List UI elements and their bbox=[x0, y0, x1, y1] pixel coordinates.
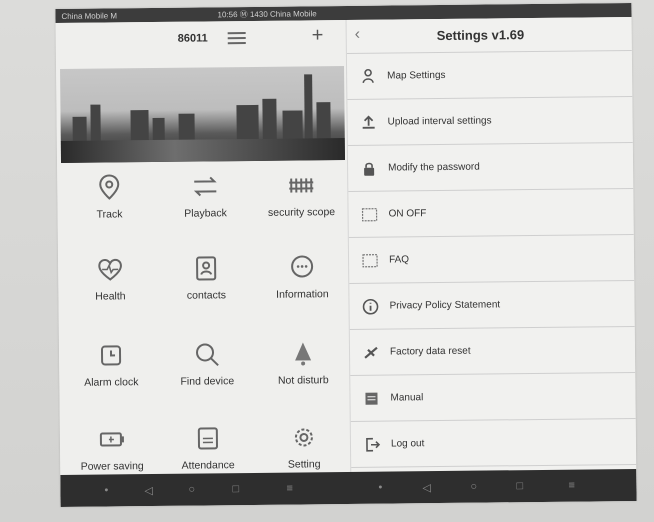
grid-item-alarm-clock[interactable]: Alarm clock bbox=[63, 340, 160, 411]
grid-label: Information bbox=[276, 288, 329, 301]
status-carrier: China Mobile M bbox=[61, 10, 118, 21]
grid-label: Find device bbox=[180, 375, 235, 388]
nav-back-icon[interactable]: ◁ bbox=[144, 484, 153, 497]
device-panel: 86011 + Track Playback security scope He… bbox=[55, 19, 351, 476]
grid-label: Health bbox=[95, 290, 126, 303]
menu-item-on-off[interactable]: ON OFF bbox=[348, 188, 634, 238]
menu-label: Upload interval settings bbox=[387, 115, 492, 128]
nav-home-icon[interactable]: ○ bbox=[470, 481, 477, 493]
grid-label: Power saving bbox=[80, 460, 144, 473]
upload-icon bbox=[360, 113, 378, 131]
grid-item-find-device[interactable]: Find device bbox=[159, 339, 256, 410]
menu-item-privacy-policy[interactable]: Privacy Policy Statement bbox=[349, 280, 635, 330]
grid-label: Alarm clock bbox=[84, 376, 139, 389]
menu-item-log-out[interactable]: Log out bbox=[350, 418, 637, 468]
grid-item-contacts[interactable]: contacts bbox=[158, 253, 255, 324]
back-icon[interactable]: ‹ bbox=[355, 26, 361, 44]
faq-icon bbox=[361, 251, 379, 269]
city-banner-image bbox=[60, 66, 346, 163]
menu-item-modify-password[interactable]: Modify the password bbox=[347, 142, 634, 192]
nav-back-icon[interactable]: ◁ bbox=[422, 481, 431, 494]
menu-label: Factory data reset bbox=[389, 345, 471, 358]
function-grid: Track Playback security scope Health con… bbox=[57, 170, 347, 473]
grid-label: Setting bbox=[287, 458, 321, 471]
heart-icon bbox=[95, 254, 125, 284]
grid-item-information[interactable]: Information bbox=[254, 252, 351, 323]
nav-dot-icon: • bbox=[378, 481, 383, 494]
nav-home-icon[interactable]: ○ bbox=[188, 484, 195, 496]
grid-label: Attendance bbox=[181, 459, 235, 472]
device-header: 86011 + bbox=[56, 20, 346, 57]
grid-label: Track bbox=[96, 208, 123, 221]
lock-icon bbox=[360, 159, 378, 177]
menu-item-faq[interactable]: FAQ bbox=[348, 234, 635, 284]
menu-label: Modify the password bbox=[388, 161, 480, 174]
contacts-icon bbox=[191, 253, 221, 283]
info-icon bbox=[361, 297, 379, 315]
nav-menu-icon[interactable]: ≡ bbox=[568, 480, 575, 492]
toggle-icon bbox=[360, 205, 378, 223]
chat-bubble-icon bbox=[287, 252, 317, 282]
phone-screenshot: China Mobile M 10:56 Ⓜ 1430 China Mobile… bbox=[55, 2, 637, 508]
menu-label: Privacy Policy Statement bbox=[389, 299, 501, 312]
reset-icon bbox=[362, 343, 380, 361]
playback-icon bbox=[190, 171, 220, 201]
device-list-icon[interactable] bbox=[227, 29, 246, 45]
grid-label: security scope bbox=[267, 206, 336, 219]
grid-item-track[interactable]: Track bbox=[61, 172, 158, 243]
menu-label: FAQ bbox=[388, 254, 410, 266]
grid-item-health[interactable]: Health bbox=[62, 254, 159, 325]
location-pin-icon bbox=[94, 172, 124, 202]
alarm-clock-icon bbox=[96, 340, 126, 370]
fence-icon bbox=[286, 170, 316, 200]
menu-item-upload-interval[interactable]: Upload interval settings bbox=[347, 96, 633, 146]
settings-header: ‹ Settings v1.69 bbox=[346, 16, 632, 54]
menu-label: Log out bbox=[390, 438, 425, 450]
navigation-bar: • ◁ ○ □ ≡ • ◁ ○ □ ≡ bbox=[60, 468, 637, 508]
logout-icon bbox=[363, 435, 381, 453]
grid-item-security-scope[interactable]: security scope bbox=[253, 170, 350, 241]
manual-icon bbox=[362, 389, 380, 407]
add-device-icon[interactable]: + bbox=[312, 24, 324, 47]
grid-item-not-disturb[interactable]: Not disturb bbox=[255, 338, 352, 409]
device-id[interactable]: 86011 bbox=[178, 32, 208, 44]
menu-item-map-settings[interactable]: Map Settings bbox=[346, 50, 633, 100]
attendance-icon bbox=[193, 423, 223, 453]
settings-panel: ‹ Settings v1.69 Map Settings Upload int… bbox=[345, 16, 637, 472]
map-settings-icon bbox=[359, 67, 377, 85]
nav-recents-icon[interactable]: □ bbox=[516, 480, 523, 492]
nav-dot-icon: • bbox=[104, 484, 109, 497]
nav-menu-icon[interactable]: ≡ bbox=[286, 483, 293, 495]
grid-label: contacts bbox=[186, 289, 227, 302]
search-icon bbox=[192, 339, 222, 369]
menu-item-manual[interactable]: Manual bbox=[350, 372, 636, 422]
menu-item-factory-reset[interactable]: Factory data reset bbox=[349, 326, 636, 376]
menu-label: Manual bbox=[390, 392, 424, 404]
grid-label: Playback bbox=[184, 207, 227, 220]
menu-label: ON OFF bbox=[388, 208, 427, 220]
bell-off-icon bbox=[288, 338, 318, 368]
gear-icon bbox=[289, 422, 319, 452]
grid-item-playback[interactable]: Playback bbox=[157, 171, 254, 242]
menu-label: Map Settings bbox=[387, 69, 446, 82]
battery-icon bbox=[97, 424, 127, 454]
settings-title: Settings v1.69 bbox=[436, 27, 525, 44]
nav-recents-icon[interactable]: □ bbox=[232, 483, 239, 495]
grid-label: Not disturb bbox=[277, 374, 329, 387]
